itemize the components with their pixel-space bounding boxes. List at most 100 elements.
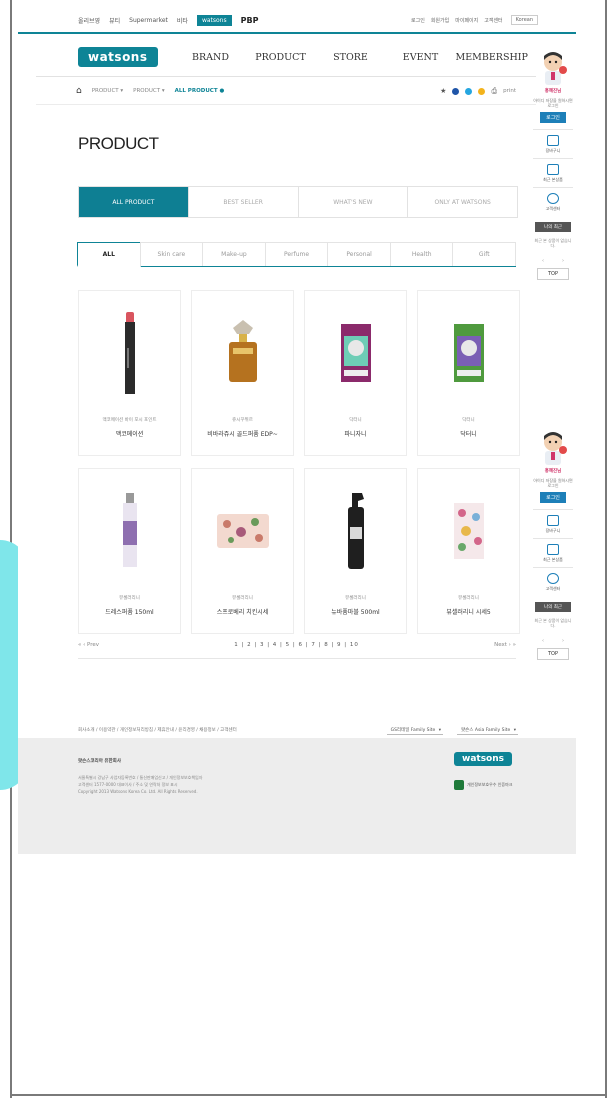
category-tab-all[interactable]: ALL [77,242,141,267]
breadcrumb-item[interactable]: PRODUCT ▾ [92,88,123,94]
product-name[interactable]: 뉴바퓸마블 500ml [305,607,406,616]
product-card[interactable]: 뷰셀러리니 뉴바퓸마블 500ml [304,468,407,634]
chevron-left-icon[interactable]: ‹ [542,638,544,644]
product-card[interactable]: 쥬시꾸뛰르 비바라쥬시 골드퍼퓸 EDP~ [191,290,294,456]
recent-empty-message: 최근 본 상품이 없습니다. [534,238,572,248]
asia-family-site-select[interactable]: 왓슨스 Asia Family Site ▾ [457,726,518,735]
floral-pouch-product-image[interactable] [212,481,274,581]
login-button[interactable]: 로그인 [540,112,566,123]
category-tab-perfume[interactable]: Perfume [264,242,329,266]
cert-label: 개인정보보호우수 인증마크 [467,782,513,787]
main-navigation: watsons BRAND PRODUCT STORE EVENT MEMBER… [78,42,528,72]
nav-event[interactable]: EVENT [386,52,456,63]
next-page-button[interactable]: Next › » [494,642,516,648]
product-card[interactable]: 뷰셀러리니 뷰셀러리니 시세5 [417,468,520,634]
tab-best-seller[interactable]: BEST SELLER [189,187,299,217]
home-icon[interactable]: ⌂ [76,86,82,96]
family-site-link[interactable]: PBP [241,16,259,25]
family-site-link[interactable]: 뷰티 [109,16,120,25]
chevron-right-icon[interactable]: › [562,638,564,644]
prev-page-button[interactable]: « ‹ Prev [78,642,99,648]
facebook-icon[interactable] [452,87,460,95]
footer-link-list[interactable]: 회사소개 / 이용약관 / 개인정보처리방침 / 제휴안내 / 윤리경영 / 채… [78,727,237,733]
category-tab-gift[interactable]: Gift [452,242,517,266]
header-divider [18,32,576,34]
print-icon[interactable]: ⎙ [491,87,497,96]
family-site-select[interactable]: GS리테일 Family Site ▾ [386,726,444,735]
pattern-mask-product-image[interactable] [438,481,500,581]
product-name[interactable]: 맥코메이션 [79,429,180,438]
footer-links: 회사소개 / 이용약관 / 개인정보처리방침 / 제휴안내 / 윤리경영 / 채… [78,720,518,740]
print-label[interactable]: print [503,88,516,94]
product-name[interactable]: 스프로베리 치킨시세 [192,607,293,616]
product-card[interactable]: 뷰셀러리니 드레스퍼퓸 150ml [78,468,181,634]
quick-item-recent[interactable]: 최근 본상품 [533,158,573,187]
product-card[interactable]: 닥터니 닥터니 [417,290,520,456]
lipstick-product-image[interactable] [99,303,161,403]
product-name[interactable]: 파니자니 [305,429,406,438]
quick-item-cart[interactable]: 장바구니 [533,509,573,538]
product-brand: 뷰셀러리니 [345,596,366,601]
mask-pack-product-image[interactable] [438,303,500,403]
product-card[interactable]: 닥터니 파니자니 [304,290,407,456]
family-site-link[interactable]: 비타 [177,16,188,25]
page-numbers[interactable]: 1 | 2 | 3 | 4 | 5 | 6 | 7 | 8 | 9 | 10 [234,642,359,648]
family-site-link[interactable]: 올리브영 [78,16,100,25]
product-card[interactable]: 뷰셀러리니 스프로베리 치킨시세 [191,468,294,634]
family-site-link[interactable]: Supermarket [129,17,168,24]
support-icon [547,193,559,204]
utility-bar: 올리브영 뷰티 Supermarket 비타 watsons PBP 로그인 회… [78,10,538,30]
nav-store[interactable]: STORE [316,52,386,63]
mypage-link[interactable]: 마이페이지 [455,17,478,24]
language-select[interactable]: Korean [510,15,538,25]
category-tab-personal[interactable]: Personal [327,242,391,266]
footer-info-line: 고객센터 1577-0000 대표이사 / 주소 및 연락처 정보 표시 [78,782,178,787]
breadcrumb-item[interactable]: PRODUCT ▾ [133,88,164,94]
product-name[interactable]: 드레스퍼퓸 150ml [79,607,180,616]
category-tab-health[interactable]: Health [389,242,454,266]
certification-badge: 개인정보보호우수 인증마크 [454,780,512,790]
top-button[interactable]: TOP [537,648,569,660]
join-link[interactable]: 회원가입 [431,17,449,24]
recent-products-header: 나의 최근 [535,602,571,612]
quick-item-cart[interactable]: 장바구니 [533,129,573,158]
chevron-left-icon[interactable]: ‹ [542,258,544,264]
login-link[interactable]: 로그인 [411,17,425,24]
product-name[interactable]: 뷰셀러리니 시세5 [418,607,519,616]
nav-product[interactable]: PRODUCT [246,52,316,63]
quick-menu: 홍혜진님 아이디 저장을 원하시면 로그인 로그인 장바구니 최근 본상품 고객… [533,430,573,660]
tab-only-at-watsons[interactable]: ONLY AT WATSONS [408,187,517,217]
watsons-logo[interactable]: watsons [78,47,158,67]
product-name[interactable]: 닥터니 [418,429,519,438]
product-brand: 뷰셀러리니 [232,596,253,601]
login-button[interactable]: 로그인 [540,492,566,503]
tab-all-product[interactable]: ALL PRODUCT [79,187,189,217]
product-card[interactable]: 맥코메이션 바이 포시 포인트 맥코메이션 [78,290,181,456]
tab-whats-new[interactable]: WHAT'S NEW [299,187,409,217]
spray-product-image[interactable] [99,481,161,581]
product-name[interactable]: 비바라쥬시 골드퍼퓸 EDP~ [192,429,293,438]
quick-item-support[interactable]: 고객센터 [533,567,573,596]
nav-membership[interactable]: MEMBERSHIP [456,52,528,63]
nav-brand[interactable]: BRAND [176,52,246,63]
utility-links: 로그인 회원가입 마이페이지 고객센터 [411,17,503,24]
category-tabs: ALL Skin care Make-up Perfume Personal H… [77,242,517,267]
kakao-icon[interactable] [478,87,486,95]
category-tab-make-up[interactable]: Make-up [202,242,266,266]
family-site-link-active[interactable]: watsons [196,14,232,26]
chevron-right-icon[interactable]: › [562,258,564,264]
quick-item-recent[interactable]: 최근 본상품 [533,538,573,567]
product-brand: 맥코메이션 바이 포시 포인트 [102,418,157,423]
black-spray-product-image[interactable] [325,481,387,581]
twitter-icon[interactable] [465,87,473,95]
customer-center-link[interactable]: 고객센터 [484,17,502,24]
category-tab-skin-care[interactable]: Skin care [139,242,204,266]
quick-item-support[interactable]: 고객센터 [533,187,573,216]
mask-pack-product-image[interactable] [325,303,387,403]
main-tabs: ALL PRODUCT BEST SELLER WHAT'S NEW ONLY … [78,186,518,218]
perfume-bottle-product-image[interactable] [212,303,274,403]
recent-view-icon [547,164,559,175]
breadcrumb-current[interactable]: ALL PRODUCT ● [175,88,225,94]
star-icon[interactable]: ★ [440,87,446,95]
top-button[interactable]: TOP [537,268,569,280]
